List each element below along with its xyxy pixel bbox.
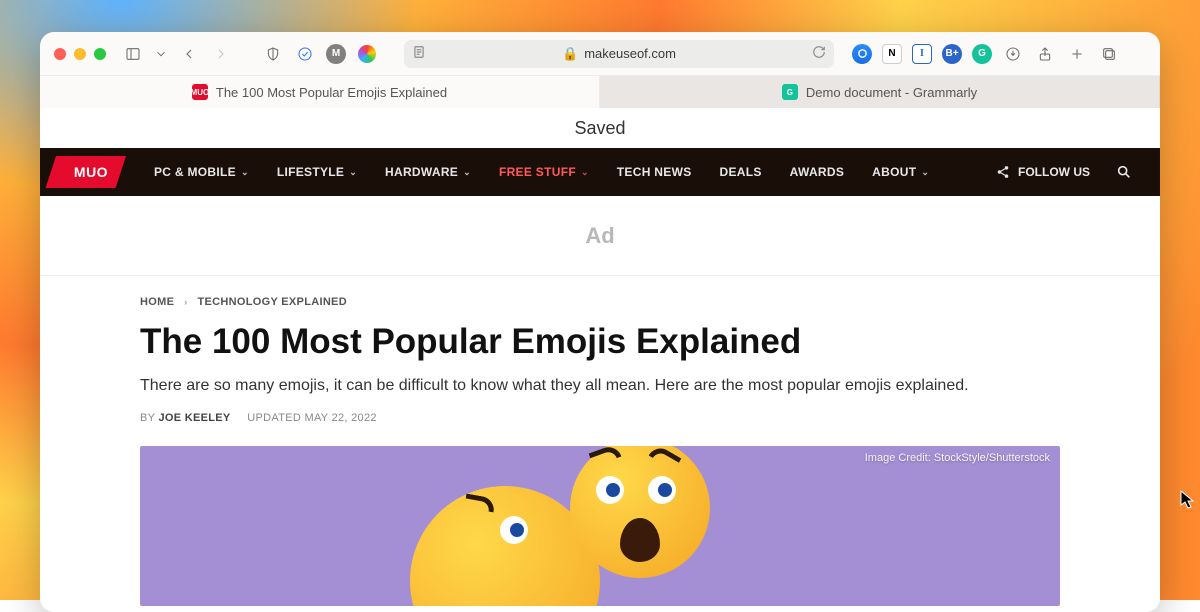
tab-strip: MUO The 100 Most Popular Emojis Explaine… <box>40 76 1160 108</box>
hero-image: Image Credit: StockStyle/Shutterstock <box>140 446 1060 606</box>
medium-extension-icon[interactable]: M <box>326 44 346 64</box>
nav-free-stuff[interactable]: FREE STUFF⌄ <box>487 165 601 179</box>
nav-tech-news[interactable]: TECH NEWS <box>605 165 704 179</box>
chevron-down-icon: ⌄ <box>921 167 929 178</box>
maximize-window-button[interactable] <box>94 48 106 60</box>
breadcrumb-home[interactable]: HOME <box>140 296 174 308</box>
onepassword-extension-icon[interactable] <box>852 44 872 64</box>
muo-favicon-icon: MUO <box>192 84 208 100</box>
minimize-window-button[interactable] <box>74 48 86 60</box>
page-content[interactable]: Saved MUO PC & MOBILE⌄ LIFESTYLE⌄ HARDWA… <box>40 108 1160 612</box>
nav-pc-mobile[interactable]: PC & MOBILE⌄ <box>142 165 261 179</box>
nav-deals[interactable]: DEALS <box>708 165 774 179</box>
ad-placeholder: Ad <box>40 196 1160 276</box>
search-icon <box>1116 164 1132 180</box>
address-text: makeuseof.com <box>584 46 676 61</box>
grammarly-extension-icon[interactable]: G <box>972 44 992 64</box>
image-credit: Image Credit: StockStyle/Shutterstock <box>865 452 1050 464</box>
nav-about[interactable]: ABOUT⌄ <box>860 165 941 179</box>
saved-banner: Saved <box>40 108 1160 148</box>
browser-titlebar: M 🔒 makeuseof.com N I B+ G <box>40 32 1160 76</box>
chevron-down-icon: ⌄ <box>241 167 249 178</box>
tab-label: Demo document - Grammarly <box>806 85 977 100</box>
privacy-shield-icon[interactable] <box>262 43 284 65</box>
reload-button[interactable] <box>812 45 826 62</box>
sidebar-toggle-button[interactable] <box>122 43 144 65</box>
address-bar[interactable]: 🔒 makeuseof.com <box>404 40 834 68</box>
window-controls <box>54 48 106 60</box>
chevron-down-icon: ⌄ <box>463 167 471 178</box>
search-button[interactable] <box>1104 164 1144 180</box>
grammarly-favicon-icon: G <box>782 84 798 100</box>
color-extension-icon[interactable] <box>356 43 378 65</box>
article-body: HOME › TECHNOLOGY EXPLAINED The 100 Most… <box>40 276 1160 606</box>
downloads-button[interactable] <box>1002 43 1024 65</box>
article-title: The 100 Most Popular Emojis Explained <box>140 322 1060 362</box>
site-logo[interactable]: MUO <box>56 156 126 188</box>
nav-awards[interactable]: AWARDS <box>778 165 856 179</box>
tab-grammarly[interactable]: G Demo document - Grammarly <box>600 76 1160 108</box>
close-window-button[interactable] <box>54 48 66 60</box>
tab-overview-button[interactable] <box>1098 43 1120 65</box>
chevron-right-icon: › <box>184 297 187 307</box>
back-button[interactable] <box>178 43 200 65</box>
tab-label: The 100 Most Popular Emojis Explained <box>216 85 447 100</box>
breadcrumb: HOME › TECHNOLOGY EXPLAINED <box>140 296 1060 308</box>
chevron-down-icon: ⌄ <box>581 167 589 178</box>
nav-lifestyle[interactable]: LIFESTYLE⌄ <box>265 165 369 179</box>
breadcrumb-category[interactable]: TECHNOLOGY EXPLAINED <box>198 296 347 308</box>
article-lede: There are so many emojis, it can be diff… <box>140 374 1060 398</box>
lock-icon: 🔒 <box>562 46 578 62</box>
tab-makeuseof[interactable]: MUO The 100 Most Popular Emojis Explaine… <box>40 76 600 108</box>
nav-hardware[interactable]: HARDWARE⌄ <box>373 165 483 179</box>
share-button[interactable] <box>1034 43 1056 65</box>
chevron-down-icon: ⌄ <box>349 167 357 178</box>
emoji-illustration <box>570 446 710 578</box>
author-link[interactable]: JOE KEELEY <box>158 412 230 424</box>
reader-mode-icon[interactable] <box>412 45 426 62</box>
extension-icon[interactable]: B+ <box>942 44 962 64</box>
article-meta: BY JOE KEELEY UPDATED MAY 22, 2022 <box>140 412 1060 424</box>
new-tab-button[interactable] <box>1066 43 1088 65</box>
task-extension-icon[interactable] <box>294 43 316 65</box>
instapaper-extension-icon[interactable]: I <box>912 44 932 64</box>
site-navbar: MUO PC & MOBILE⌄ LIFESTYLE⌄ HARDWARE⌄ FR… <box>40 148 1160 196</box>
follow-us-button[interactable]: FOLLOW US <box>986 165 1100 179</box>
forward-button[interactable] <box>210 43 232 65</box>
browser-window: M 🔒 makeuseof.com N I B+ G MUO The 100 M… <box>40 32 1160 612</box>
share-icon <box>996 165 1010 179</box>
tab-group-dropdown[interactable] <box>154 43 168 65</box>
extensions-group: N I B+ G <box>852 44 992 64</box>
notion-extension-icon[interactable]: N <box>882 44 902 64</box>
